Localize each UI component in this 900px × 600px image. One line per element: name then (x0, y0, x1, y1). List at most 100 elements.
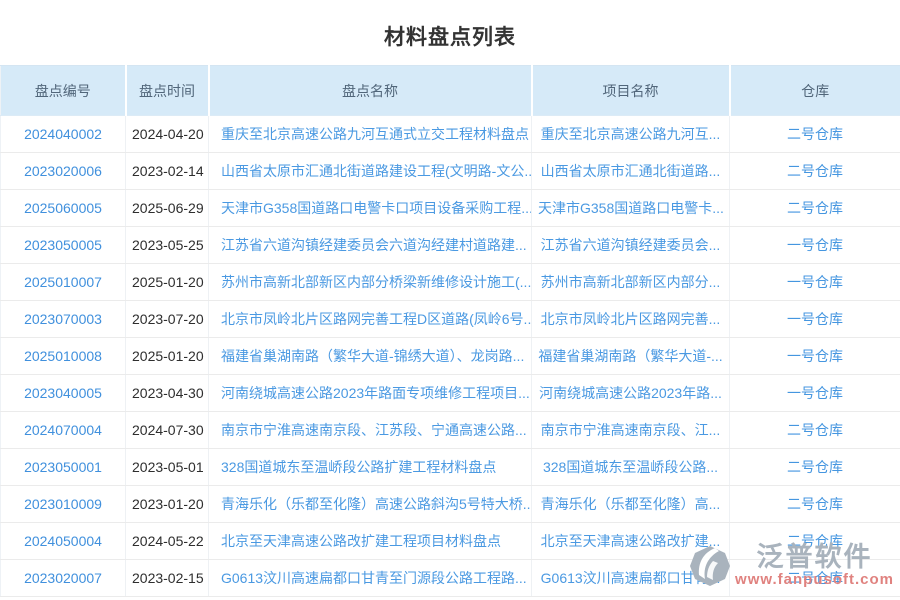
project-name-cell: 重庆至北京高速公路九河互... (532, 116, 730, 153)
material-inventory-table: 盘点编号 盘点时间 盘点名称 项目名称 仓库 2024040002 2024-0… (0, 65, 900, 597)
inventory-name-link[interactable]: 重庆至北京高速公路九河互通式立交工程材料盘点 (221, 126, 529, 142)
project-name-link[interactable]: 江苏省六道沟镇经建委员会... (541, 237, 721, 253)
warehouse-cell: 二号仓库 (730, 486, 900, 523)
project-name-link[interactable]: 青海乐化（乐都至化隆）高... (541, 496, 721, 512)
warehouse-cell: 二号仓库 (730, 116, 900, 153)
project-name-link[interactable]: 山西省太原市汇通北街道路... (541, 163, 721, 179)
warehouse-link[interactable]: 一号仓库 (787, 274, 843, 290)
project-name-cell: 天津市G358国道路口电警卡... (532, 190, 730, 227)
inventory-id-cell: 2023040005 (1, 375, 126, 412)
warehouse-link[interactable]: 一号仓库 (787, 348, 843, 364)
inventory-name-cell: 天津市G358国道路口电警卡口项目设备采购工程... (209, 190, 532, 227)
warehouse-link[interactable]: 二号仓库 (787, 533, 843, 549)
inventory-id-cell: 2025010008 (1, 338, 126, 375)
inventory-name-cell: 苏州市高新北部新区内部分桥梁新维修设计施工(... (209, 264, 532, 301)
inventory-date-cell: 2023-07-20 (126, 301, 209, 338)
warehouse-link[interactable]: 一号仓库 (787, 311, 843, 327)
inventory-id-link[interactable]: 2024040002 (24, 126, 102, 142)
inventory-id-link[interactable]: 2024070004 (24, 422, 102, 438)
inventory-id-link[interactable]: 2023020007 (24, 570, 102, 586)
inventory-id-link[interactable]: 2025060005 (24, 200, 102, 216)
warehouse-cell: 二号仓库 (730, 412, 900, 449)
table-row: 2025010008 2025-01-20 福建省巢湖南路（繁华大道-锦绣大道）… (1, 338, 900, 375)
warehouse-cell: 一号仓库 (730, 338, 900, 375)
warehouse-cell: 二号仓库 (730, 523, 900, 560)
warehouse-link[interactable]: 二号仓库 (787, 200, 843, 216)
warehouse-link[interactable]: 二号仓库 (787, 422, 843, 438)
project-name-link[interactable]: G0613汶川高速扁都口甘青... (541, 570, 721, 586)
inventory-id-link[interactable]: 2024050004 (24, 533, 102, 549)
inventory-id-link[interactable]: 2025010007 (24, 274, 102, 290)
inventory-name-link[interactable]: 北京市凤岭北片区路网完善工程D区道路(凤岭6号... (221, 311, 532, 327)
table-row: 2025060005 2025-06-29 天津市G358国道路口电警卡口项目设… (1, 190, 900, 227)
inventory-id-cell: 2023050001 (1, 449, 126, 486)
inventory-name-link[interactable]: 328国道城东至温峤段公路扩建工程材料盘点 (221, 459, 496, 475)
project-name-cell: 江苏省六道沟镇经建委员会... (532, 227, 730, 264)
project-name-link[interactable]: 福建省巢湖南路（繁华大道-... (538, 348, 722, 364)
inventory-name-link[interactable]: 天津市G358国道路口电警卡口项目设备采购工程... (221, 200, 532, 216)
inventory-name-cell: 北京至天津高速公路改扩建工程项目材料盘点 (209, 523, 532, 560)
inventory-name-link[interactable]: 南京市宁淮高速南京段、江苏段、宁通高速公路... (221, 422, 527, 438)
warehouse-cell: 二号仓库 (730, 449, 900, 486)
warehouse-cell: 二号仓库 (730, 560, 900, 597)
project-name-cell: 苏州市高新北部新区内部分... (532, 264, 730, 301)
warehouse-link[interactable]: 二号仓库 (787, 459, 843, 475)
inventory-id-link[interactable]: 2023050005 (24, 237, 102, 253)
project-name-cell: 南京市宁淮高速南京段、江... (532, 412, 730, 449)
warehouse-link[interactable]: 一号仓库 (787, 237, 843, 253)
project-name-link[interactable]: 河南绕城高速公路2023年路... (539, 385, 722, 401)
project-name-cell: 河南绕城高速公路2023年路... (532, 375, 730, 412)
inventory-name-cell: 南京市宁淮高速南京段、江苏段、宁通高速公路... (209, 412, 532, 449)
inventory-id-link[interactable]: 2023070003 (24, 311, 102, 327)
project-name-link[interactable]: 北京市凤岭北片区路网完善... (541, 311, 721, 327)
inventory-name-link[interactable]: 青海乐化（乐都至化隆）高速公路斜沟5号特大桥... (221, 496, 532, 512)
project-name-cell: 328国道城东至温峤段公路... (532, 449, 730, 486)
inventory-id-link[interactable]: 2023020006 (24, 163, 102, 179)
warehouse-link[interactable]: 二号仓库 (787, 163, 843, 179)
project-name-link[interactable]: 328国道城东至温峤段公路... (543, 459, 718, 475)
table-body: 2024040002 2024-04-20 重庆至北京高速公路九河互通式立交工程… (1, 116, 900, 597)
warehouse-link[interactable]: 二号仓库 (787, 126, 843, 142)
project-name-link[interactable]: 天津市G358国道路口电警卡... (538, 200, 724, 216)
inventory-name-link[interactable]: 苏州市高新北部新区内部分桥梁新维修设计施工(... (221, 274, 531, 290)
page-header: 材料盘点列表 (0, 0, 900, 65)
inventory-name-cell: 北京市凤岭北片区路网完善工程D区道路(凤岭6号... (209, 301, 532, 338)
warehouse-link[interactable]: 一号仓库 (787, 385, 843, 401)
inventory-id-cell: 2025060005 (1, 190, 126, 227)
column-header-inventory-name: 盘点名称 (209, 66, 532, 116)
inventory-name-link[interactable]: 福建省巢湖南路（繁华大道-锦绣大道）、龙岗路... (221, 348, 524, 364)
inventory-id-link[interactable]: 2023010009 (24, 496, 102, 512)
inventory-id-cell: 2023020006 (1, 153, 126, 190)
project-name-link[interactable]: 苏州市高新北部新区内部分... (541, 274, 721, 290)
warehouse-link[interactable]: 二号仓库 (787, 496, 843, 512)
project-name-cell: 北京市凤岭北片区路网完善... (532, 301, 730, 338)
inventory-name-cell: 青海乐化（乐都至化隆）高速公路斜沟5号特大桥... (209, 486, 532, 523)
inventory-id-cell: 2023050005 (1, 227, 126, 264)
warehouse-link[interactable]: 二号仓库 (787, 570, 843, 586)
inventory-id-link[interactable]: 2023040005 (24, 385, 102, 401)
inventory-name-link[interactable]: 江苏省六道沟镇经建委员会六道沟经建村道路建... (221, 237, 527, 253)
inventory-id-cell: 2024040002 (1, 116, 126, 153)
column-header-inventory-time: 盘点时间 (126, 66, 209, 116)
inventory-name-link[interactable]: 北京至天津高速公路改扩建工程项目材料盘点 (221, 533, 501, 549)
inventory-name-link[interactable]: G0613汶川高速扁都口甘青至门源段公路工程路... (221, 570, 527, 586)
warehouse-cell: 二号仓库 (730, 190, 900, 227)
page-title: 材料盘点列表 (0, 21, 900, 51)
table-row: 2023020007 2023-02-15 G0613汶川高速扁都口甘青至门源段… (1, 560, 900, 597)
table-row: 2024070004 2024-07-30 南京市宁淮高速南京段、江苏段、宁通高… (1, 412, 900, 449)
inventory-id-link[interactable]: 2025010008 (24, 348, 102, 364)
inventory-date-cell: 2024-07-30 (126, 412, 209, 449)
inventory-name-link[interactable]: 河南绕城高速公路2023年路面专项维修工程项目... (221, 385, 530, 401)
table-row: 2025010007 2025-01-20 苏州市高新北部新区内部分桥梁新维修设… (1, 264, 900, 301)
inventory-id-link[interactable]: 2023050001 (24, 459, 102, 475)
project-name-link[interactable]: 重庆至北京高速公路九河互... (541, 126, 721, 142)
project-name-link[interactable]: 北京至天津高速公路改扩建... (541, 533, 721, 549)
project-name-cell: G0613汶川高速扁都口甘青... (532, 560, 730, 597)
inventory-id-cell: 2023010009 (1, 486, 126, 523)
inventory-id-cell: 2025010007 (1, 264, 126, 301)
inventory-name-cell: 江苏省六道沟镇经建委员会六道沟经建村道路建... (209, 227, 532, 264)
inventory-name-link[interactable]: 山西省太原市汇通北街道路建设工程(文明路-文公... (221, 163, 532, 179)
project-name-link[interactable]: 南京市宁淮高速南京段、江... (541, 422, 721, 438)
table-row: 2024050004 2024-05-22 北京至天津高速公路改扩建工程项目材料… (1, 523, 900, 560)
inventory-name-cell: 328国道城东至温峤段公路扩建工程材料盘点 (209, 449, 532, 486)
